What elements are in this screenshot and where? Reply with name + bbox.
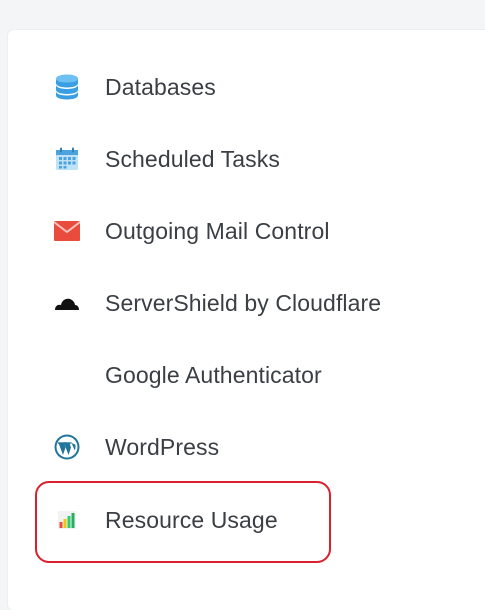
bar-chart-icon — [54, 507, 80, 533]
menu-item-label: ServerShield by Cloudflare — [105, 289, 382, 316]
cloud-icon — [54, 290, 80, 316]
menu-item-label: Scheduled Tasks — [105, 145, 280, 172]
envelope-icon — [54, 218, 80, 244]
menu-item-label: Outgoing Mail Control — [105, 217, 330, 244]
menu-item-label: Google Authenticator — [105, 361, 322, 388]
tools-panel: Databases Scheduled Tasks Outgoing Mail … — [8, 30, 485, 610]
database-icon — [54, 74, 80, 100]
menu-item-label: Resource Usage — [105, 506, 278, 533]
menu-item-label: Databases — [105, 73, 216, 100]
menu-item-label: WordPress — [105, 433, 220, 460]
wordpress-icon — [54, 434, 80, 460]
calendar-icon — [54, 146, 80, 172]
